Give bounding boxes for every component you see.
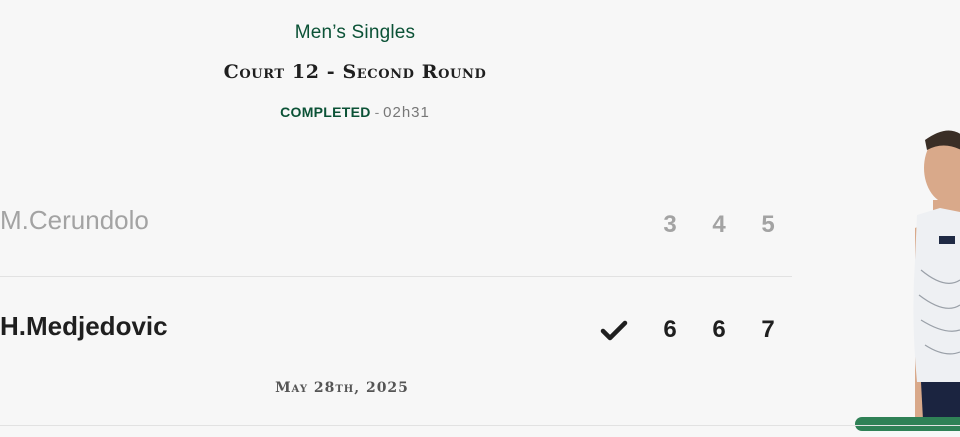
- match-status-line: COMPLETED - 02h31: [0, 104, 710, 121]
- set-score-3: 5: [761, 211, 775, 238]
- player-name-cerundolo[interactable]: M.Cerundolo: [0, 205, 149, 236]
- set-score-2: 6: [712, 316, 726, 343]
- match-duration: 02h31: [383, 104, 430, 121]
- checkmark-icon: [600, 320, 628, 341]
- set-score-1: 3: [663, 211, 677, 238]
- set-score-1: 6: [663, 316, 677, 343]
- court-round: Court 12 - Second Round: [223, 61, 487, 83]
- event-title: Men’s Singles: [294, 22, 416, 43]
- status-bar: [855, 417, 960, 431]
- player-name-medjedovic[interactable]: H.Medjedovic: [0, 311, 168, 342]
- player-photo[interactable]: [855, 120, 960, 430]
- row-divider: [0, 276, 792, 277]
- set-score-2: 4: [712, 211, 726, 238]
- match-date: May 28th, 2025: [275, 380, 409, 396]
- status-separator: -: [374, 104, 380, 120]
- status-badge: COMPLETED: [280, 104, 371, 120]
- set-score-3: 7: [761, 316, 775, 343]
- bottom-divider: [0, 425, 960, 426]
